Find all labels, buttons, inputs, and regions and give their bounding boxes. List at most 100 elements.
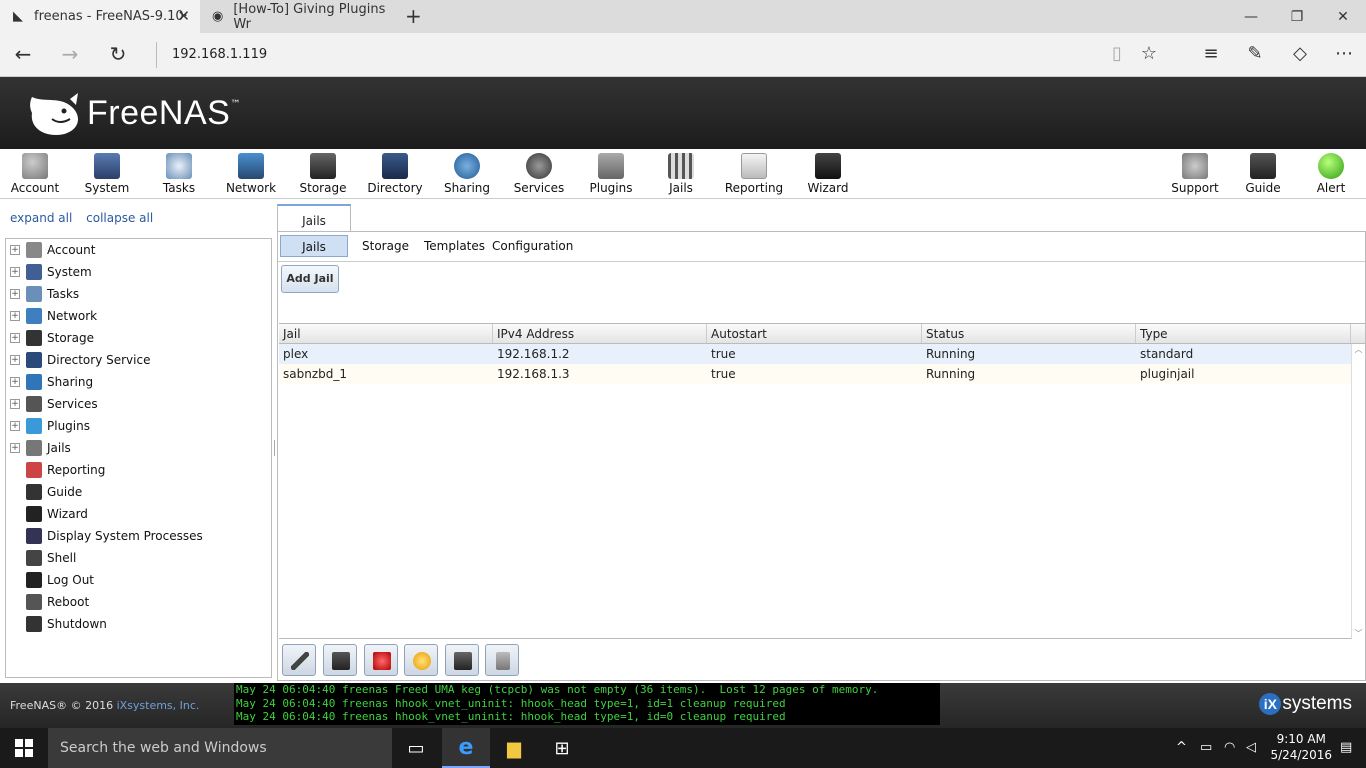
refresh-icon[interactable]: ↻ [105, 42, 131, 66]
toolbar-system[interactable]: System [77, 153, 137, 195]
column-header-autostart[interactable]: Autostart [707, 324, 922, 343]
expand-plus-icon[interactable]: + [10, 289, 20, 299]
minimize-icon[interactable]: — [1228, 0, 1274, 33]
stop-jail-button[interactable] [364, 644, 398, 676]
add-storage-button[interactable] [323, 644, 357, 676]
more-icon[interactable]: ⋯ [1331, 43, 1357, 64]
tree-item-system[interactable]: + System [6, 261, 92, 283]
column-header-ipv4[interactable]: IPv4 Address [493, 324, 707, 343]
tree-item-account[interactable]: + Account [6, 239, 95, 261]
battery-icon[interactable]: ▭ [1200, 740, 1212, 755]
address-bar[interactable]: 192.168.1.119 [156, 42, 267, 68]
share-icon[interactable]: ◇ [1287, 43, 1313, 64]
toolbar-jails[interactable]: Jails [651, 153, 711, 195]
tree-item-shutdown[interactable]: Shutdown [6, 613, 107, 635]
toolbar-services[interactable]: Services [509, 153, 569, 195]
forward-icon[interactable]: → [57, 42, 83, 66]
expand-all-link[interactable]: expand all [10, 211, 72, 225]
toolbar-tasks[interactable]: Tasks [149, 153, 209, 195]
tree-item-services[interactable]: + Services [6, 393, 98, 415]
toolbar-reporting[interactable]: Reporting [724, 153, 784, 195]
table-row[interactable]: plex 192.168.1.2 true Running standard [279, 344, 1365, 364]
table-row[interactable]: sabnzbd_1 192.168.1.3 true Running plugi… [279, 364, 1365, 384]
favorite-star-icon[interactable]: ☆ [1136, 43, 1162, 64]
scroll-down-icon[interactable]: ﹀ [1352, 628, 1365, 639]
windows-start-button[interactable] [0, 728, 48, 768]
window-close-icon[interactable]: ✕ [1320, 0, 1366, 33]
toolbar-network[interactable]: Network [221, 153, 281, 195]
reading-view-icon[interactable]: ▯ [1104, 43, 1130, 64]
web-note-icon[interactable]: ✎ [1242, 43, 1268, 64]
wifi-icon[interactable]: ◠ [1224, 740, 1235, 755]
store-icon[interactable]: ⊞ [538, 728, 586, 768]
back-icon[interactable]: ← [10, 42, 36, 66]
collapse-all-link[interactable]: collapse all [86, 211, 153, 225]
restore-icon[interactable]: ❐ [1274, 0, 1320, 33]
toolbar-support[interactable]: Support [1165, 153, 1225, 195]
tree-item-jails[interactable]: + Jails [6, 437, 71, 459]
toolbar-plugins[interactable]: Plugins [581, 153, 641, 195]
subtab-jails[interactable]: Jails [280, 235, 348, 257]
expand-plus-icon[interactable]: + [10, 421, 20, 431]
tree-item-shell[interactable]: Shell [6, 547, 76, 569]
expand-plus-icon[interactable]: + [10, 267, 20, 277]
action-center-icon[interactable]: ▤ [1340, 740, 1352, 755]
tree-item-directory-service[interactable]: + Directory Service [6, 349, 150, 371]
edit-jail-button[interactable] [282, 644, 316, 676]
column-header-jail[interactable]: Jail [279, 324, 493, 343]
expand-plus-icon[interactable]: + [10, 355, 20, 365]
subtab-storage[interactable]: Storage [356, 235, 415, 257]
tree-item-plugins[interactable]: + Plugins [6, 415, 90, 437]
expand-plus-icon[interactable]: + [10, 377, 20, 387]
toolbar-wizard[interactable]: Wizard [798, 153, 858, 195]
volume-icon[interactable]: ◁ [1246, 740, 1256, 755]
browser-nav-bar: ← → ↻ 192.168.1.119 ▯ ☆ ≡ ✎ ◇ ⋯ [0, 33, 1366, 77]
table-scrollbar[interactable]: ︿ ﹀ [1351, 344, 1365, 639]
expand-plus-icon[interactable]: + [10, 443, 20, 453]
shell-button[interactable] [445, 644, 479, 676]
tree-item-tasks[interactable]: + Tasks [6, 283, 79, 305]
expand-plus-icon[interactable]: + [10, 399, 20, 409]
tree-item-storage[interactable]: + Storage [6, 327, 94, 349]
scroll-up-icon[interactable]: ︿ [1352, 344, 1365, 355]
expand-plus-icon[interactable]: + [10, 333, 20, 343]
ixsystems-link[interactable]: iXsystems, Inc. [117, 699, 200, 712]
delete-jail-button[interactable] [485, 644, 519, 676]
tree-item-log-out[interactable]: Log Out [6, 569, 94, 591]
browser-tab-howto[interactable]: ◉ [How-To] Giving Plugins Wr [200, 0, 400, 33]
toolbar-alert[interactable]: Alert [1301, 153, 1361, 195]
new-tab-icon[interactable]: + [405, 4, 422, 28]
toolbar-storage[interactable]: Storage [293, 153, 353, 195]
file-explorer-icon[interactable]: ▆ [490, 728, 538, 768]
tree-item-guide[interactable]: Guide [6, 481, 82, 503]
hub-icon[interactable]: ≡ [1198, 43, 1224, 64]
add-jail-button[interactable]: Add Jail [281, 265, 339, 293]
tree-item-display-system-processes[interactable]: Display System Processes [6, 525, 203, 547]
close-tab-icon[interactable]: ✕ [177, 7, 190, 25]
expand-plus-icon[interactable]: + [10, 245, 20, 255]
toolbar-account[interactable]: Account [5, 153, 65, 195]
taskbar-search[interactable]: Search the web and Windows [48, 728, 392, 768]
subtab-configuration[interactable]: Configuration [486, 235, 579, 257]
tree-item-reboot[interactable]: Reboot [6, 591, 89, 613]
toolbar-directory[interactable]: Directory [365, 153, 425, 195]
show-hidden-icons-icon[interactable]: ^ [1176, 740, 1187, 755]
toolbar-sharing[interactable]: Sharing [437, 153, 497, 195]
task-view-icon[interactable]: ▭ [392, 728, 440, 768]
tree-item-wizard[interactable]: Wizard [6, 503, 88, 525]
tree-item-reporting[interactable]: Reporting [6, 459, 105, 481]
toolbar-guide[interactable]: Guide [1233, 153, 1293, 195]
browser-tab-freenas[interactable]: ◣ freenas - FreeNAS-9.10· ✕ [0, 0, 200, 33]
update-jail-button[interactable] [404, 644, 438, 676]
expand-plus-icon[interactable]: + [10, 311, 20, 321]
tree-item-sharing[interactable]: + Sharing [6, 371, 93, 393]
column-header-type[interactable]: Type [1136, 324, 1351, 343]
column-header-status[interactable]: Status [922, 324, 1136, 343]
panel-splitter[interactable] [274, 440, 276, 456]
tree-item-network[interactable]: + Network [6, 305, 97, 327]
subtab-templates[interactable]: Templates [418, 235, 491, 257]
edge-browser-icon[interactable]: e [442, 728, 490, 768]
tab-jails[interactable]: Jails [277, 204, 351, 232]
reporting-icon [26, 462, 42, 478]
taskbar-clock[interactable]: 9:10 AM 5/24/2016 [1270, 731, 1332, 763]
